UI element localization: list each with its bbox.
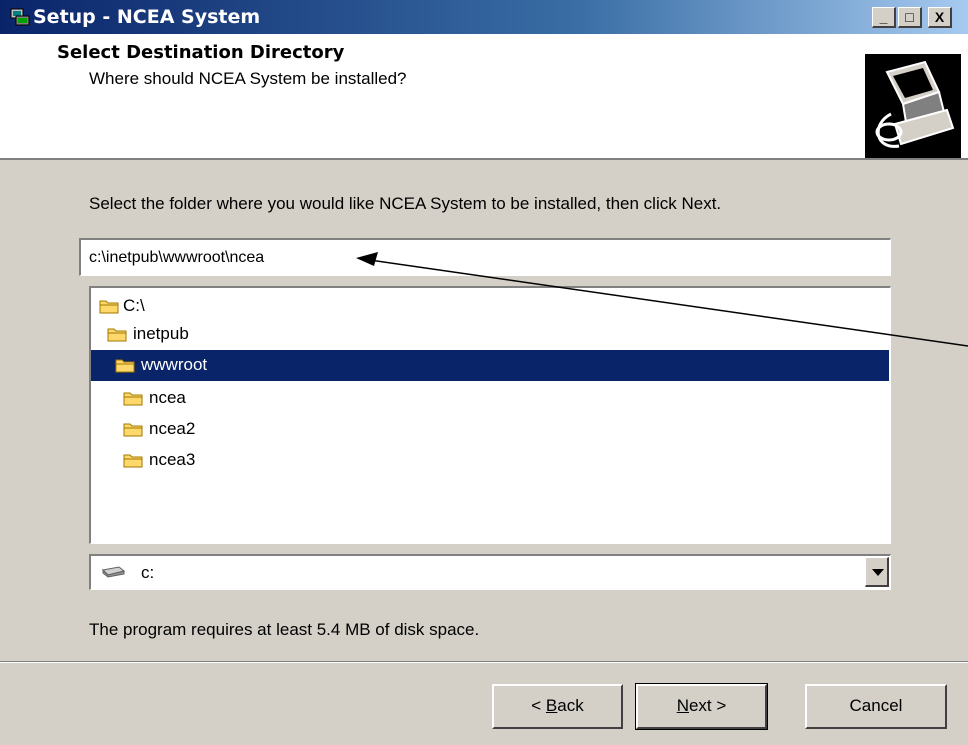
setup-window: Setup - NCEA System _ □ X Select Destina… — [0, 0, 968, 745]
annotation-arrow — [356, 252, 968, 347]
